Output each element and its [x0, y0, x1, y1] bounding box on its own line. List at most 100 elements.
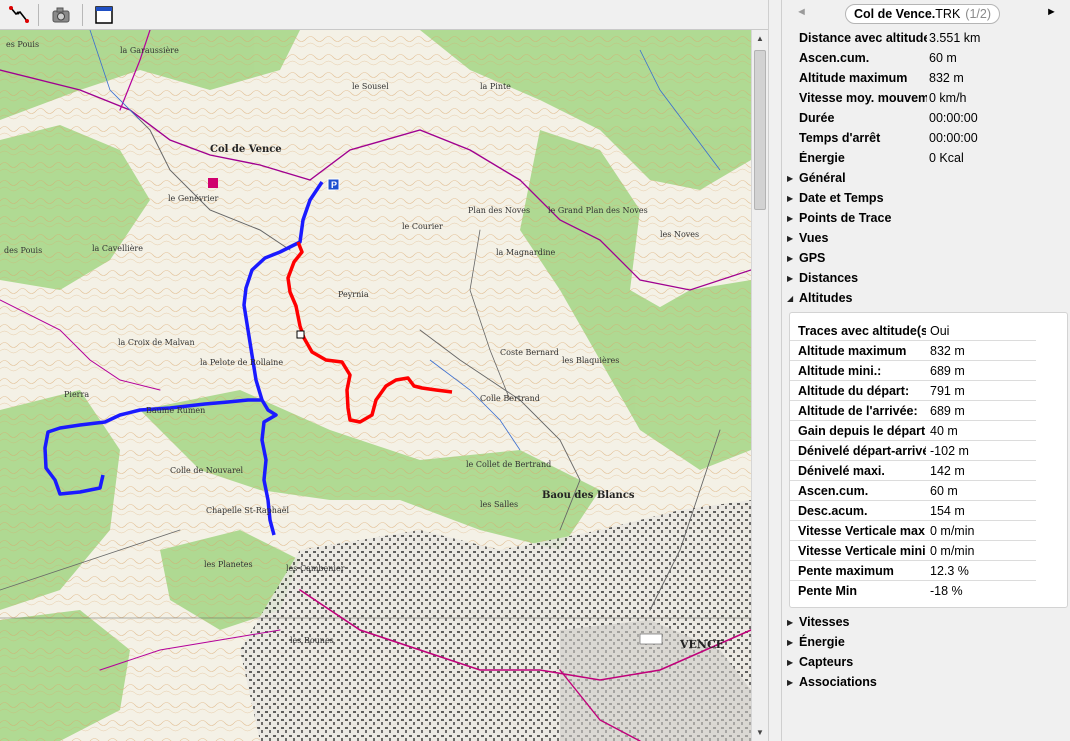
summary-label: Énergie: [799, 151, 845, 165]
expand-arrow-icon: ▶: [787, 253, 794, 263]
altitude-value: 12.3 %: [930, 563, 969, 578]
camera-icon[interactable]: [48, 2, 74, 28]
altitude-label: Altitude mini.:: [798, 363, 882, 378]
panel-header: ◄ Col de Vence.TRK (1/2) ►: [782, 4, 1070, 26]
section-label: Distances: [799, 271, 859, 285]
altitudes-table: Traces avec altitude(s) Oui Altitude max…: [789, 312, 1068, 608]
section-associations[interactable]: ▶ Associations: [782, 672, 1070, 692]
table-row: Desc.acum. 154 m: [790, 501, 1036, 521]
altitude-value: 0 m/min: [930, 543, 975, 558]
section-speeds[interactable]: ▶ Vitesses: [782, 612, 1070, 632]
map-label: la Croix de Malvan: [118, 338, 195, 347]
scroll-up-icon[interactable]: ▲: [752, 30, 768, 46]
summary-value: 00:00:00: [929, 131, 978, 145]
summary-value: 3.551 km: [929, 31, 981, 45]
altitude-value: 689 m: [930, 363, 965, 378]
summary-value: 00:00:00: [929, 111, 978, 125]
altitude-value: 142 m: [930, 463, 965, 478]
map-label: le Genévrier: [168, 194, 219, 203]
section-sensors[interactable]: ▶ Capteurs: [782, 652, 1070, 672]
collapse-arrow-icon: ◢: [787, 293, 794, 303]
topographic-map[interactable]: P la Garaussière es Pouis Col de Vence l…: [0, 30, 751, 741]
table-row: Vitesse Verticale mini 0 m/min: [790, 541, 1036, 561]
altitude-label: Altitude maximum: [798, 343, 907, 358]
altitude-label: Altitude de l'arrivée:: [798, 403, 918, 418]
section-label: Vitesses: [799, 615, 850, 629]
section-label: Général: [799, 171, 846, 185]
table-row: Pente maximum 12.3 %: [790, 561, 1036, 581]
map-label: VENCE: [680, 638, 725, 651]
map-label: Col de Vence: [210, 144, 282, 155]
summary-row: Temps d'arrêt 00:00:00: [782, 128, 1070, 148]
section-energy[interactable]: ▶ Énergie: [782, 632, 1070, 652]
map-label: Colle de Nouvarel: [170, 466, 244, 475]
pane-splitter[interactable]: [768, 0, 782, 741]
expand-arrow-icon: ▶: [787, 213, 794, 223]
section-gps[interactable]: ▶ GPS: [782, 248, 1070, 268]
map-svg: P: [0, 30, 751, 741]
table-row: Gain depuis le départ 40 m: [790, 421, 1036, 441]
track-index: (1/2): [965, 7, 991, 21]
window-icon[interactable]: [91, 2, 117, 28]
scroll-down-icon[interactable]: ▼: [752, 724, 768, 740]
summary-row: Vitesse moy. mouvement 0 km/h: [782, 88, 1070, 108]
map-label: Colle Bertrand: [480, 394, 540, 403]
map-label: Chapelle St-Raphaël: [206, 506, 290, 515]
summary-value: 0 Kcal: [929, 151, 964, 165]
summary-row: Durée 00:00:00: [782, 108, 1070, 128]
track-tool-icon[interactable]: [6, 2, 32, 28]
section-views[interactable]: ▶ Vues: [782, 228, 1070, 248]
svg-text:P: P: [331, 180, 337, 190]
map-label: les Planetes: [204, 560, 253, 569]
map-pane: P la Garaussière es Pouis Col de Vence l…: [0, 0, 768, 741]
section-label: Altitudes: [799, 291, 853, 305]
summary-label: Temps d'arrêt: [799, 131, 881, 145]
altitude-label: Altitude du départ:: [798, 383, 910, 398]
map-label: le Sousel: [352, 82, 389, 91]
map-vertical-scrollbar[interactable]: ▲ ▼: [751, 30, 768, 741]
altitude-value: -18 %: [930, 584, 963, 598]
map-label: la Cavellière: [92, 244, 143, 253]
scrollbar-thumb[interactable]: [754, 50, 766, 210]
altitude-label: Gain depuis le départ: [798, 423, 926, 438]
section-date-time[interactable]: ▶ Date et Temps: [782, 188, 1070, 208]
map-label: la Pelote de Rollaine: [200, 358, 284, 367]
table-row: Ascen.cum. 60 m: [790, 481, 1036, 501]
expand-arrow-icon: ▶: [787, 173, 794, 183]
summary-label: Distance avec altitude: [799, 31, 927, 45]
section-altitudes[interactable]: ◢ Altitudes: [782, 288, 1070, 308]
altitude-label: Ascen.cum.: [798, 483, 869, 498]
summary-row: Altitude maximum 832 m: [782, 68, 1070, 88]
summary-label: Vitesse moy. mouvement: [799, 91, 927, 105]
section-label: GPS: [799, 251, 826, 265]
toolbar-separator: [82, 4, 83, 26]
altitude-label: Dénivelé départ-arrivée: [798, 443, 926, 458]
altitude-value: 60 m: [930, 483, 958, 498]
section-distances[interactable]: ▶ Distances: [782, 268, 1070, 288]
map-label: les Noves: [660, 230, 700, 239]
previous-track-icon[interactable]: ◄: [796, 6, 807, 18]
section-track-points[interactable]: ▶ Points de Trace: [782, 208, 1070, 228]
altitude-value: Oui: [930, 323, 950, 338]
section-general[interactable]: ▶ Général: [782, 168, 1070, 188]
summary-row: Énergie 0 Kcal: [782, 148, 1070, 168]
expand-arrow-icon: ▶: [787, 677, 794, 687]
map-label: Baume Rumen: [146, 406, 206, 415]
expand-arrow-icon: ▶: [787, 193, 794, 203]
section-label: Associations: [799, 675, 877, 689]
map-label: la Magnardine: [496, 248, 556, 257]
map-label: les Blaquières: [562, 356, 620, 365]
altitude-value: 791 m: [930, 383, 965, 398]
section-label: Énergie: [799, 635, 845, 649]
map-label: le Grand Plan des Noves: [548, 206, 648, 215]
map-label: Plan des Noves: [468, 206, 531, 215]
map-label: la Garaussière: [120, 46, 179, 55]
map-label: Peyrnia: [338, 290, 369, 299]
next-track-icon[interactable]: ►: [1046, 6, 1057, 18]
summary-value: 832 m: [929, 71, 964, 85]
altitude-label: Pente Min: [798, 584, 858, 598]
altitude-value: 40 m: [930, 423, 958, 438]
table-row: Vitesse Verticale max 0 m/min: [790, 521, 1036, 541]
map-label: Baou des Blancs: [542, 490, 635, 501]
altitude-value: 832 m: [930, 343, 965, 358]
